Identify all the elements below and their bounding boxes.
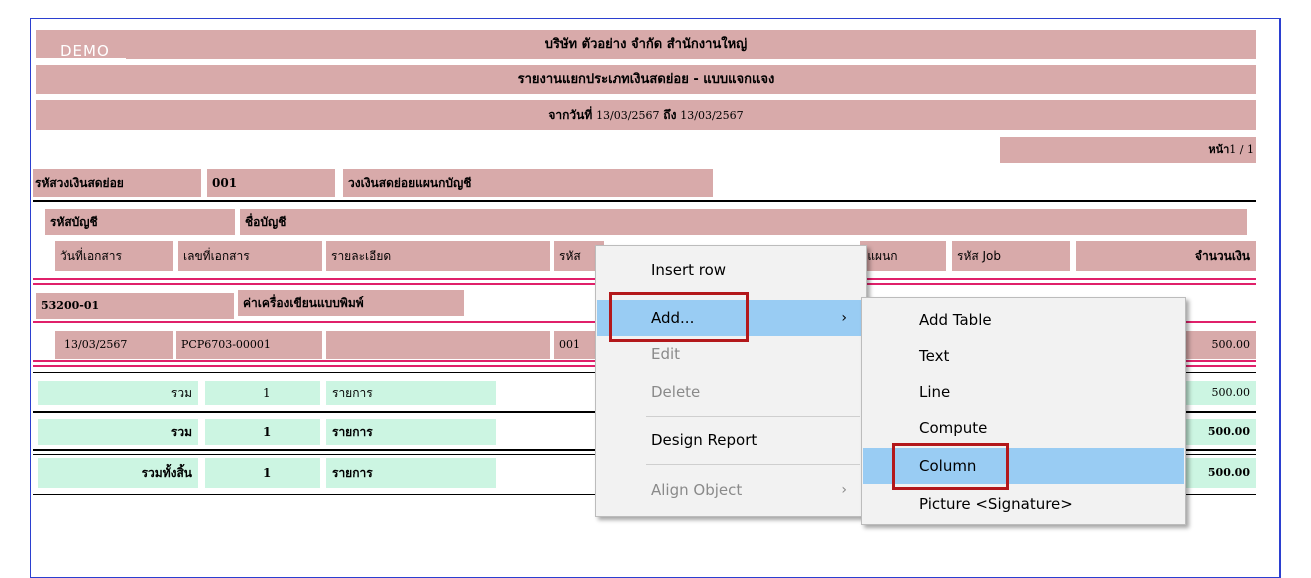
submenu-line-label: Line (919, 383, 951, 401)
menu-edit-label: Edit (651, 345, 681, 363)
column-callout-box (892, 443, 1009, 490)
fund-name[interactable]: วงเงินสดย่อยแผนกบัญชี (343, 169, 713, 197)
menu-align-object[interactable]: Align Object › (597, 472, 865, 508)
fund-code-label[interactable]: รหัสวงเงินสดย่อย (33, 169, 201, 197)
submenu-add-table[interactable]: Add Table (863, 302, 1184, 338)
grand-total-amount[interactable]: 500.00 (1186, 458, 1256, 488)
company-name: บริษัท ตัวอย่าง จำกัด สำนักงานใหญ่ (544, 37, 748, 52)
submenu-compute[interactable]: Compute (863, 410, 1184, 446)
total-1-unit[interactable]: รายการ (326, 381, 496, 405)
menu-design-report-label: Design Report (651, 431, 758, 449)
col-dept[interactable]: สแผนก (860, 241, 946, 271)
date-to: 13/03/2567 (680, 109, 744, 122)
account-code-label[interactable]: รหัสบัญชี (45, 209, 235, 235)
col-detail[interactable]: รายละเอียด (326, 241, 550, 271)
col-doc-no[interactable]: เลขที่เอกสาร (178, 241, 322, 271)
total-2-count[interactable]: 1 (205, 419, 320, 445)
menu-insert-row-label: Insert row (651, 261, 727, 279)
submenu-picture-signature-label: Picture <Signature> (919, 495, 1073, 513)
grand-total-label[interactable]: รวมทั้งสิ้น (38, 458, 198, 488)
total-2-amount[interactable]: 500.00 (1186, 419, 1256, 445)
title-band[interactable]: รายงานแยกประเภทเงินสดย่อย - แบบแจกแจง (36, 65, 1256, 94)
page-number-band[interactable]: หน้า1 / 1 (1000, 137, 1256, 163)
add-submenu: Add Table Text Line Compute Column Pictu… (861, 297, 1186, 525)
page-value: 1 / 1 (1229, 143, 1254, 156)
total-1-count[interactable]: 1 (205, 381, 320, 405)
account-name[interactable]: ค่าเครื่องเขียนแบบพิมพ์ (238, 290, 464, 316)
chevron-right-icon: › (841, 310, 847, 326)
submenu-add-table-label: Add Table (919, 311, 992, 329)
menu-separator-1 (646, 416, 860, 417)
row-detail[interactable] (326, 331, 550, 359)
submenu-text[interactable]: Text (863, 338, 1184, 374)
date-to-label: ถึง (663, 108, 677, 122)
report-frame-edge (1280, 18, 1281, 578)
row-date[interactable]: 13/03/2567 (55, 331, 173, 359)
total-2-label[interactable]: รวม (38, 419, 198, 445)
company-band[interactable]: บริษัท ตัวอย่าง จำกัด สำนักงานใหญ่ (36, 30, 1256, 59)
total-1-label[interactable]: รวม (38, 381, 198, 405)
col-job[interactable]: รหัส Job (952, 241, 1070, 271)
fund-divider (33, 200, 1256, 202)
grand-total-unit[interactable]: รายการ (326, 458, 496, 488)
context-menu: Insert row Add... › Edit Delete Design Re… (595, 245, 867, 517)
date-from-label: จากวันที่ (548, 108, 593, 122)
menu-align-object-label: Align Object (651, 481, 743, 499)
account-code[interactable]: 53200-01 (36, 293, 234, 319)
submenu-line[interactable]: Line (863, 374, 1184, 410)
row-amount[interactable]: 500.00 (1186, 331, 1256, 359)
menu-design-report[interactable]: Design Report (597, 422, 865, 458)
grand-total-count[interactable]: 1 (205, 458, 320, 488)
menu-insert-row[interactable]: Insert row (597, 252, 865, 288)
total-2-unit[interactable]: รายการ (326, 419, 496, 445)
submenu-text-label: Text (919, 347, 950, 365)
date-range-band[interactable]: จากวันที่ 13/03/2567 ถึง 13/03/2567 (36, 100, 1256, 130)
total-1-amount[interactable]: 500.00 (1186, 381, 1256, 405)
fund-code-value[interactable]: 001 (207, 169, 335, 197)
watermark-strike (36, 58, 126, 59)
page-label: หน้า (1208, 143, 1230, 156)
date-from: 13/03/2567 (596, 109, 660, 122)
add-callout-box (609, 292, 749, 342)
menu-separator-2 (646, 464, 860, 465)
row-doc-no[interactable]: PCP6703-00001 (176, 331, 322, 359)
chevron-right-icon: › (841, 482, 847, 498)
menu-delete[interactable]: Delete (597, 374, 865, 410)
menu-delete-label: Delete (651, 383, 701, 401)
submenu-picture-signature[interactable]: Picture <Signature> (863, 486, 1184, 522)
submenu-compute-label: Compute (919, 419, 988, 437)
col-doc-date[interactable]: วันที่เอกสาร (55, 241, 173, 271)
col-amount[interactable]: จำนวนเงิน (1076, 241, 1256, 271)
report-title: รายงานแยกประเภทเงินสดย่อย - แบบแจกแจง (517, 72, 775, 87)
account-name-label[interactable]: ชื่อบัญชี (240, 209, 1247, 235)
